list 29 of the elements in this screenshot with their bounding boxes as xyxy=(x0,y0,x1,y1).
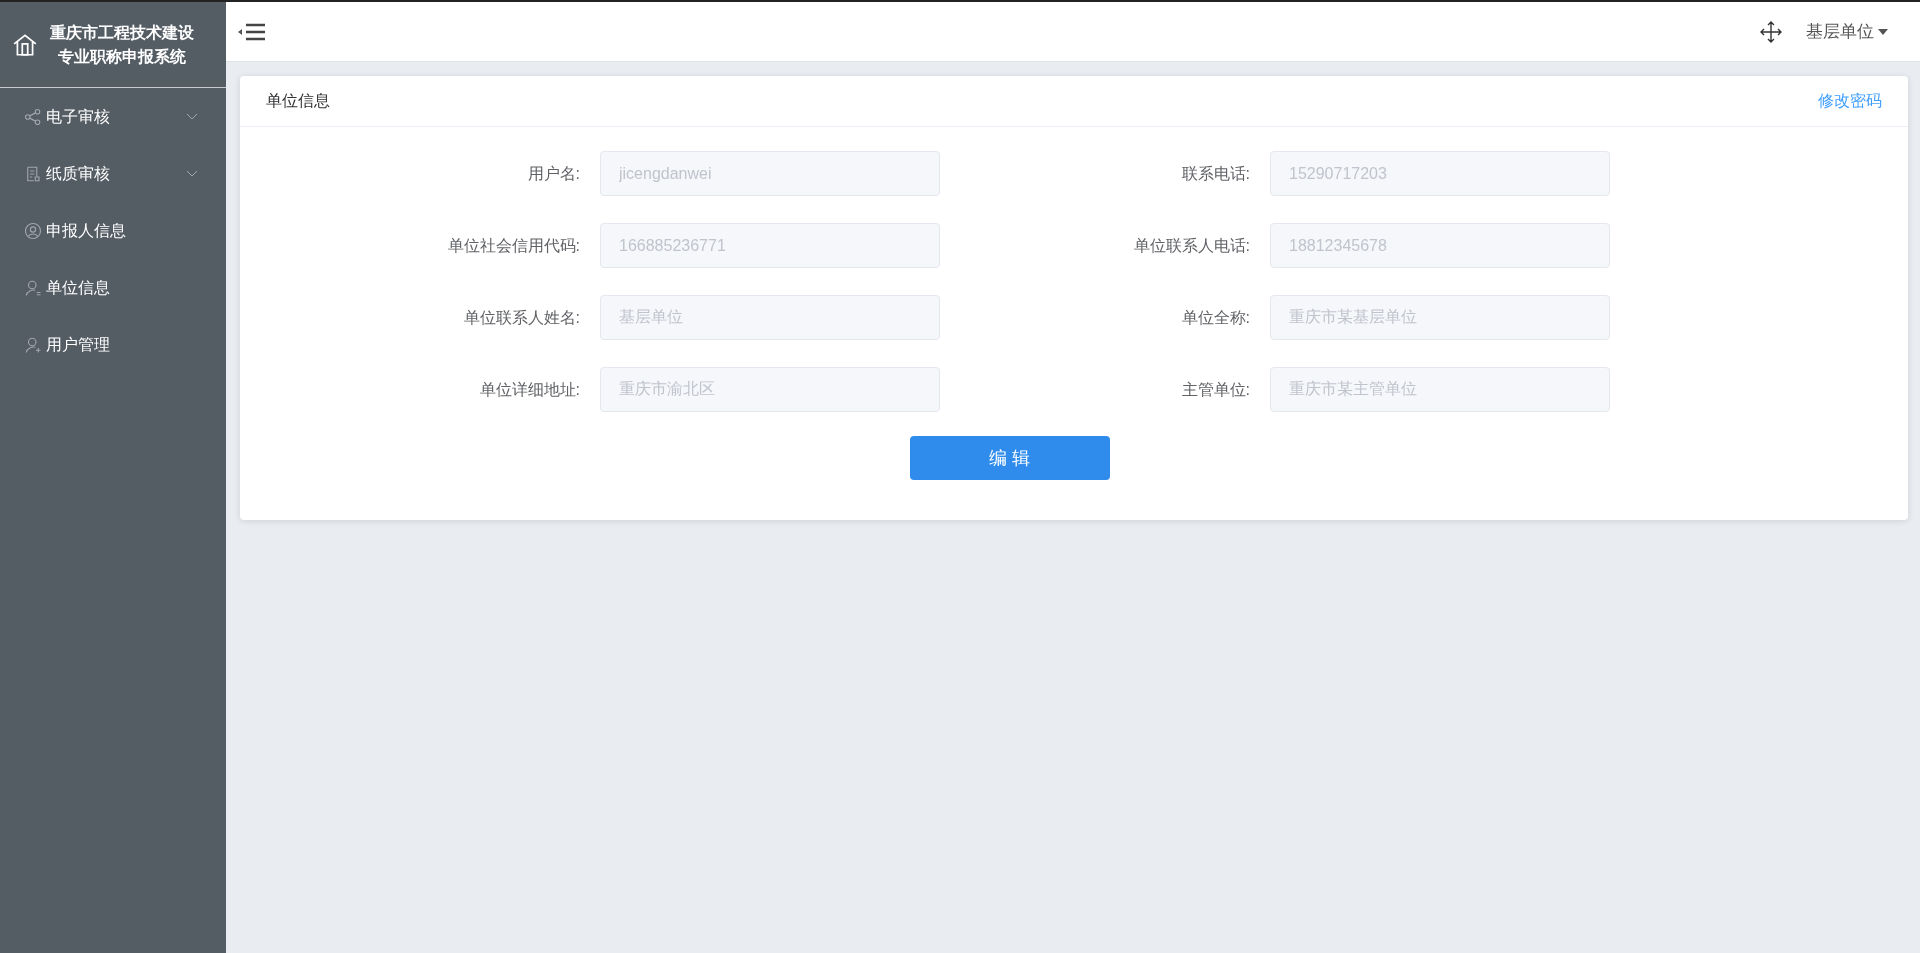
caret-icon xyxy=(1878,28,1888,35)
sidebar-item[interactable]: 纸质审核 xyxy=(0,145,226,202)
field-label: 用户名: xyxy=(526,163,580,184)
change-password-link[interactable]: 修改密码 xyxy=(1818,89,1882,113)
sidebar-item[interactable]: 用户管理 xyxy=(0,316,226,373)
sidebar-item[interactable]: 单位信息 xyxy=(0,259,226,316)
document-icon xyxy=(24,164,42,183)
edit-button[interactable]: 编 辑 xyxy=(910,436,1110,480)
menu-toggle-icon[interactable] xyxy=(238,21,268,42)
field-label: 联系电话: xyxy=(1180,163,1250,184)
chevron-down-icon xyxy=(186,112,198,121)
field-label: 单位社会信用代码: xyxy=(446,235,580,256)
user-list-icon xyxy=(24,278,42,297)
system-title: 专业职称申报系统 xyxy=(58,46,186,67)
field-label: 主管单位: xyxy=(1180,379,1250,400)
sidebar-item[interactable]: 申报人信息 xyxy=(0,202,226,259)
user-dropdown[interactable]: 基层单位 xyxy=(1806,18,1888,45)
field-label: 单位联系人电话: xyxy=(1132,235,1250,256)
sidebar-item[interactable]: 电子审核 xyxy=(0,88,226,145)
field-label: 单位联系人姓名: xyxy=(462,307,580,328)
system-title: 重庆市工程技术建设 xyxy=(50,22,194,43)
card-title: 单位信息 xyxy=(266,91,330,111)
share-icon xyxy=(24,107,42,126)
user-icon xyxy=(24,221,42,240)
move-arrows-icon[interactable] xyxy=(1760,20,1782,43)
user-add-icon xyxy=(24,335,42,354)
field-label: 单位全称: xyxy=(1180,307,1250,328)
field-label: 单位详细地址: xyxy=(478,379,580,400)
chevron-down-icon xyxy=(186,169,198,178)
